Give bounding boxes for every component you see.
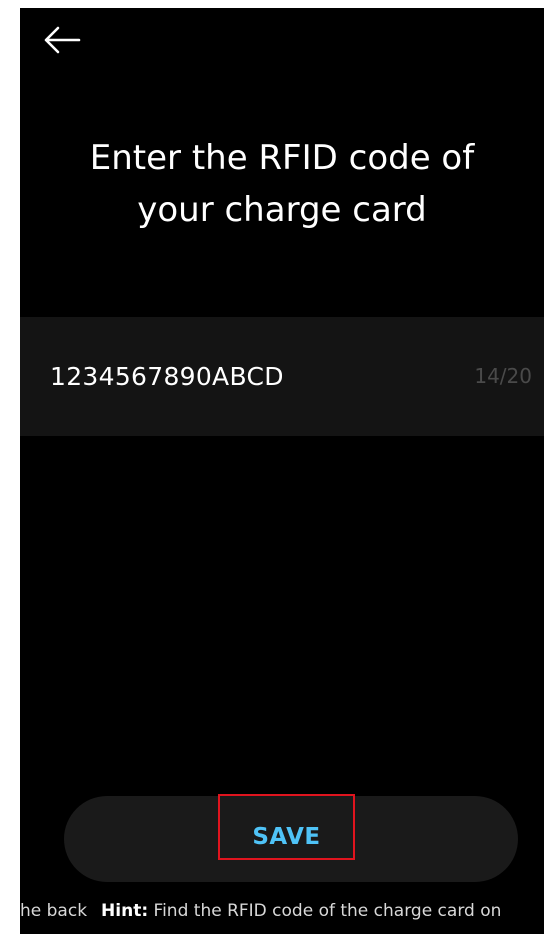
back-button[interactable] [40,22,84,58]
character-counter: 14/20 [474,364,532,388]
page-title: Enter the RFID code of your charge card [89,138,475,230]
save-button-label: SAVE [252,824,321,850]
save-button[interactable]: SAVE [218,794,355,860]
rfid-input-field[interactable]: 1234567890ABCD 14/20 [20,317,544,436]
hint-marquee: he back Hint: Find the RFID code of the c… [20,898,544,924]
hint-track: he back Hint: Find the RFID code of the c… [20,898,501,924]
hint-label: Hint: [101,901,149,921]
hint-lead-text: he back [20,901,88,921]
hint-text: Find the RFID code of the charge card on [148,901,502,921]
arrow-left-icon [44,26,81,54]
rfid-input-value[interactable]: 1234567890ABCD [50,317,284,436]
app-screen: Enter the RFID code of your charge card … [20,8,544,934]
